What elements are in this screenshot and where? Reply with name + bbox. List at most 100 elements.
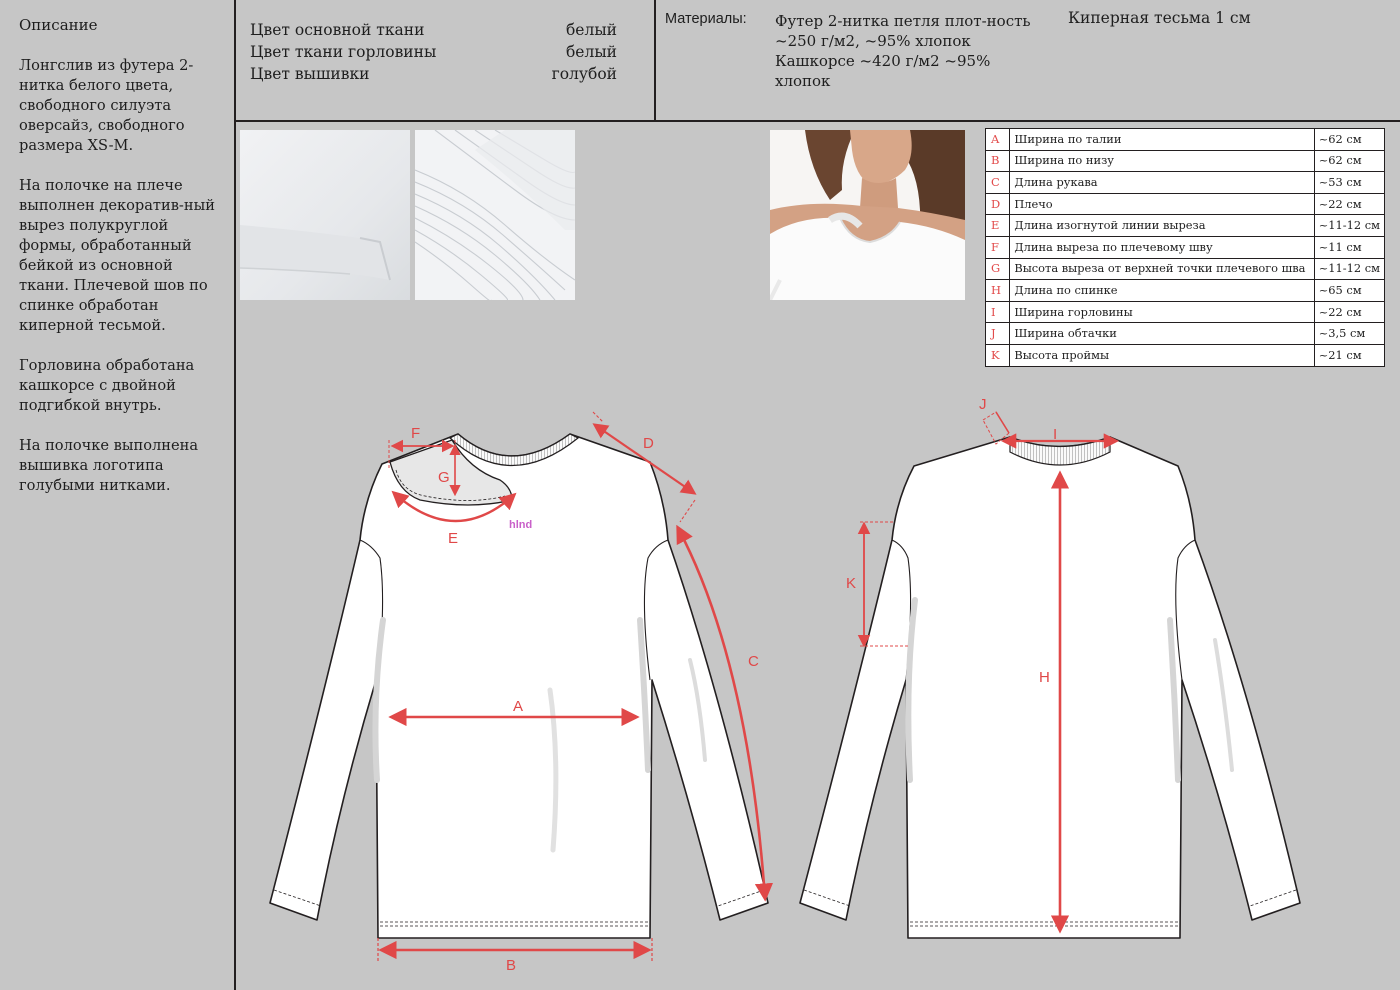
back-cuff-stitch <box>1249 889 1297 907</box>
front-fold-shade <box>637 617 651 773</box>
measure-letter: G <box>984 257 1011 281</box>
front-neck-rib <box>448 433 580 466</box>
back-fold-shade <box>1213 638 1234 772</box>
measure-letter: K <box>984 343 1011 367</box>
front-cuff-stitch <box>717 889 765 907</box>
description-title: Описание <box>19 16 98 34</box>
measure-value: ~11-12 см <box>1313 214 1386 237</box>
front-measure-labels: A B C D E F G <box>411 425 759 974</box>
measure-d-guide <box>592 411 604 423</box>
back-armhole-seam <box>891 539 912 681</box>
table-row: D Плечо ~22 см <box>984 192 1386 216</box>
back-cuff-stitch <box>803 889 851 907</box>
measure-name: Плечо <box>1009 192 1315 216</box>
measure-value: ~22 см <box>1313 300 1386 324</box>
measure-label-g: G <box>438 469 450 486</box>
color-row-main-fabric: Цвет основной ткани белый <box>250 21 617 44</box>
description-panel: Описание Лонгслив из футера 2-нитка бело… <box>0 0 234 990</box>
front-shoulder-cutout <box>389 439 513 506</box>
front-body-outline <box>269 433 769 939</box>
measure-label-k: K <box>846 575 856 592</box>
measure-name: Ширина обтачки <box>1009 322 1315 345</box>
table-row: E Длина изогнутой линии выреза ~11-12 см <box>984 214 1386 237</box>
measure-value: ~65 см <box>1313 279 1386 302</box>
back-fold-shade <box>905 597 918 783</box>
color-value: белый <box>565 21 617 39</box>
measure-name: Длина рукава <box>1009 171 1315 194</box>
color-label: Цвет вышивки <box>250 65 370 83</box>
measure-name: Высота выреза от верхней точки плечевого… <box>1009 257 1315 281</box>
front-armhole-seam <box>359 539 384 681</box>
measure-letter: F <box>984 235 1011 259</box>
measure-label-c: C <box>748 653 759 670</box>
measure-label-j: J <box>979 396 987 413</box>
front-fold-shade <box>547 687 559 853</box>
measure-label-f: F <box>411 425 420 442</box>
measure-name: Ширина по талии <box>1009 128 1315 151</box>
materials-tape: Киперная тесьма 1 см <box>1068 9 1251 27</box>
description-paragraph: На полочке выполнена вышивка логотипа го… <box>19 437 199 494</box>
cutout-stitch <box>395 469 506 501</box>
table-row: K Высота проймы ~21 см <box>984 343 1386 367</box>
description-text: Лонгслив из футера 2-нитка белого цвета,… <box>19 56 224 516</box>
model-reference-photo <box>770 130 965 300</box>
measure-label-b: B <box>506 957 516 974</box>
frame-divider-colors <box>654 0 656 121</box>
color-row-embroidery: Цвет вышивки голубой <box>250 65 617 88</box>
measure-value: ~3,5 см <box>1313 322 1386 345</box>
front-cuff-stitch <box>273 889 322 907</box>
measure-label-a: A <box>513 698 523 715</box>
measure-e-arrow <box>391 490 517 523</box>
rib-fabric-photo <box>415 130 575 300</box>
table-row: B Ширина по низу ~62 см <box>984 149 1386 173</box>
measure-name: Ширина горловины <box>1009 300 1315 324</box>
measure-letter: J <box>984 322 1011 345</box>
measure-value: ~11-12 см <box>1313 257 1386 281</box>
table-row: F Длина выреза по плечевому шву ~11 см <box>984 235 1386 259</box>
measure-letter: C <box>984 171 1011 194</box>
back-armhole-seam <box>1175 539 1196 681</box>
measure-name: Длина изогнутой линии выреза <box>1009 214 1315 237</box>
measure-letter: H <box>984 279 1011 302</box>
measure-letter: D <box>984 192 1011 216</box>
back-body-outline <box>799 436 1301 939</box>
color-value: голубой <box>551 65 617 83</box>
table-row: I Ширина горловины ~22 см <box>984 300 1386 324</box>
front-fold-shade <box>688 658 707 762</box>
measure-letter: B <box>984 149 1011 173</box>
back-view-sketch <box>799 436 1301 939</box>
measure-name: Длина выреза по плечевому шву <box>1009 235 1315 259</box>
measure-letter: A <box>984 128 1011 151</box>
color-value: белый <box>565 43 617 61</box>
materials-text: Футер 2-нитка петля плот-ность ~250 г/м2… <box>775 12 1031 90</box>
table-row: C Длина рукава ~53 см <box>984 171 1386 194</box>
front-armhole-seam <box>643 539 669 681</box>
measure-label-h: H <box>1039 669 1050 686</box>
measure-label-d: D <box>643 435 654 452</box>
measure-d-guide <box>679 499 696 523</box>
color-label: Цвет основной ткани <box>250 21 425 39</box>
measure-value: ~53 см <box>1313 171 1386 194</box>
measure-j-guide <box>982 411 1010 445</box>
measure-value: ~21 см <box>1313 343 1386 367</box>
measure-c-arrow <box>676 524 774 902</box>
front-view-sketch: hlnd <box>269 433 769 939</box>
front-fold-shade <box>372 617 386 783</box>
back-fold-shade <box>1167 617 1181 783</box>
back-measurements <box>857 411 1120 934</box>
table-row: J Ширина обтачки ~3,5 см <box>984 322 1386 345</box>
frame-divider-top <box>234 120 1400 122</box>
measure-name: Высота проймы <box>1009 343 1315 367</box>
measurements-table: A Ширина по талии ~62 см B Ширина по низу ~6… <box>984 128 1386 367</box>
color-label: Цвет ткани горловины <box>250 43 437 61</box>
back-measure-labels: H I J K <box>846 396 1057 686</box>
table-row: A Ширина по талии ~62 см <box>984 128 1386 151</box>
measure-letter: I <box>984 300 1011 324</box>
measure-letter: E <box>984 214 1011 237</box>
measure-value: ~62 см <box>1313 149 1386 173</box>
embroidery-logo: hlnd <box>509 519 532 531</box>
table-row: G Высота выреза от верхней точки плечевог… <box>984 257 1386 281</box>
materials-label: Материалы: <box>665 11 747 27</box>
measure-name: Ширина по низу <box>1009 149 1315 173</box>
description-paragraph: На полочке на плече выполнен декоратив-н… <box>19 177 215 334</box>
